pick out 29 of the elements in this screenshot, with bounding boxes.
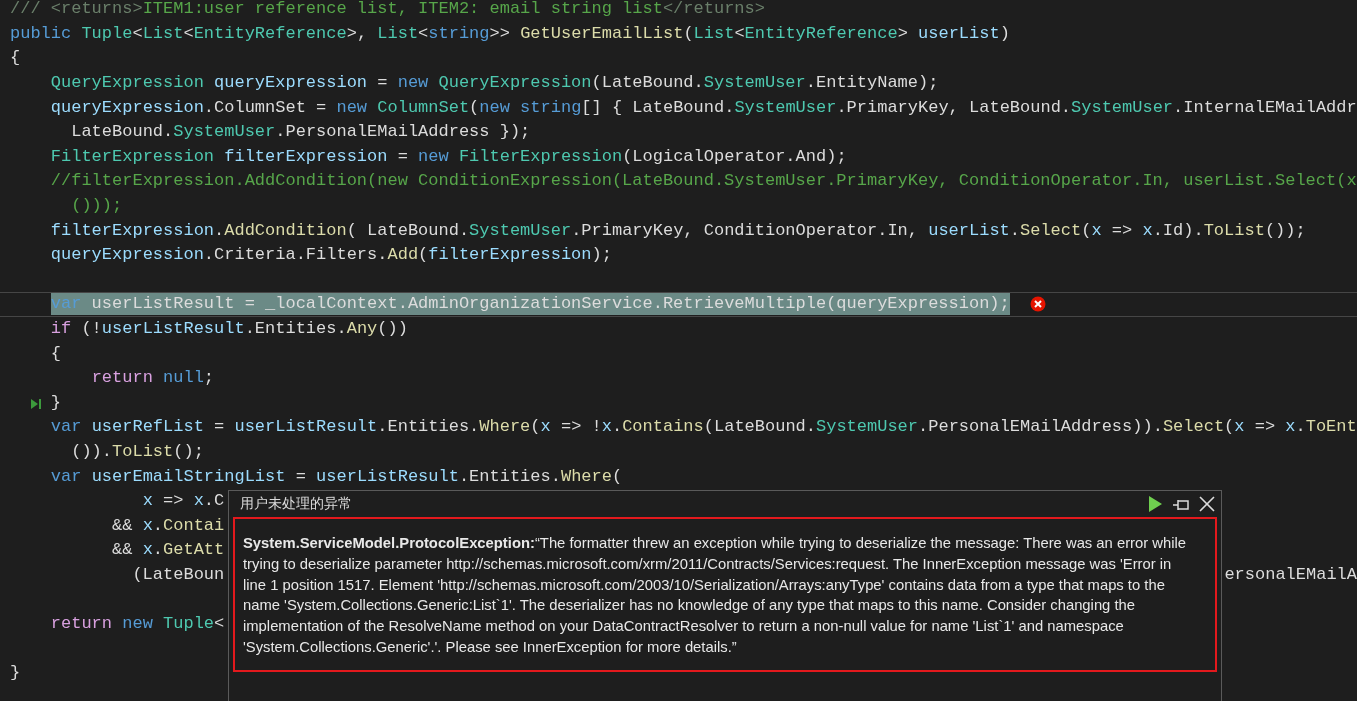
- code-line: (LateBoun: [132, 563, 225, 586]
- code-line: ()));: [71, 195, 123, 218]
- code-line: x => x.C: [142, 490, 225, 513]
- code-line: && x.GetAtt: [112, 539, 225, 562]
- code-line: //filterExpression.AddCondition(new ConditionExpression(LateBound.SystemUser.PrimaryKey, ConditionOperator.In, userList.Select(x: [50, 170, 1357, 193]
- code-line: return null;: [91, 367, 215, 390]
- code-line: && x.Contai: [112, 514, 225, 537]
- code-line: }: [10, 662, 21, 685]
- code-line: queryExpression.ColumnSet = new ColumnSet(new string[] { LateBound.SystemUser.PrimaryKey, LateBound.SystemUser.InternalEMailAddr: [50, 96, 1357, 119]
- code-line: ersonalEMailA: [1224, 563, 1357, 586]
- code-line: public Tuple<List<EntityReference>, List<string>> GetUserEmailList(List<EntityReference> userList): [10, 22, 1010, 45]
- code-line: LateBound.SystemUser.PersonalEMailAddress });: [71, 121, 531, 144]
- code-line: ()).ToList();: [71, 441, 204, 463]
- code-line: if (!userListResult.Entities.Any()): [50, 318, 408, 340]
- code-line: return new Tuple<: [50, 613, 225, 636]
- code-line: filterExpression.AddCondition( LateBound.SystemUser.PrimaryKey, ConditionOperator.In, userList.Select(x => x.Id).ToList());: [50, 219, 1306, 242]
- code-line: }: [50, 391, 61, 414]
- code-line: {: [10, 47, 21, 70]
- code-line: QueryExpression queryExpression = new QueryExpression(LateBound.SystemUser.EntityName);: [50, 72, 939, 95]
- close-icon[interactable]: [1197, 495, 1217, 513]
- code-line: FilterExpression filterExpression = new FilterExpression(LogicalOperator.And);: [50, 145, 847, 168]
- code-line: var userRefList = userListResult.Entities.Where(x => !x.Contains(LateBound.SystemUser.PersonalEMailAddress)).Select(x => x.ToEnt: [50, 416, 1357, 439]
- code-line: {: [50, 342, 61, 365]
- next-statement-icon[interactable]: [30, 397, 42, 410]
- code-line: var userEmailStringList = userListResult.Entities.Where(: [50, 465, 623, 488]
- exception-message: System.ServiceModel.ProtocolException:“The formatter threw an exception while trying to deserialize the message: There was an error while trying to deserialize parameter http://schemas.microsoft.com/xrm/2011/Contracts/Services:request. The InnerException message was 'Error in line 1 position 1517. Element 'http://schemas.microsoft.com/2003/10/Serialization/Arrays:anyType' contains data from a type that maps to the name 'System.Collections.Generic:List`1'. The deserializer has no knowledge of any type that maps to this name. Consider changing the implementation of the ResolveName method on your DataContractResolver to return a non-null value for name 'List`1' and namespace 'System.Collections.Generic'.'. Please see InnerException for more details.”: [233, 517, 1217, 672]
- popup-title: 用户未处理的异常: [240, 495, 352, 513]
- code-line: queryExpression.Criteria.Filters.Add(filterExpression);: [50, 244, 612, 267]
- code-line: /// <returns>ITEM1:user reference list, ITEM2: email string list</returns>: [10, 0, 765, 21]
